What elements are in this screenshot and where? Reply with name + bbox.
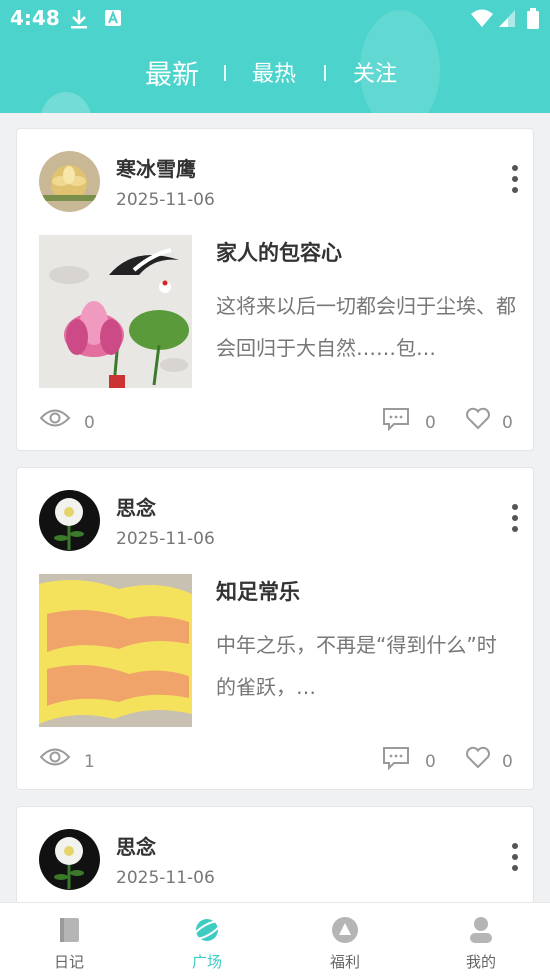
signal-icon <box>499 10 515 27</box>
download-icon <box>71 10 87 29</box>
views-count: 0 <box>84 413 95 433</box>
views-icon <box>39 409 71 427</box>
bottom-navigation: 日记 广场 福利 我的 <box>0 902 550 979</box>
post-thumbnail[interactable] <box>39 235 192 388</box>
views-icon <box>39 748 71 766</box>
tab-follow[interactable]: 关注 <box>353 50 397 94</box>
nav-plaza[interactable]: 广场 <box>138 903 276 979</box>
tab-latest[interactable]: 最新 <box>145 50 199 94</box>
post-author-name[interactable]: 思念 <box>116 492 156 521</box>
post-author-name[interactable]: 思念 <box>116 831 156 860</box>
comments-count: 0 <box>425 413 436 433</box>
avatar[interactable] <box>39 829 100 890</box>
post-title[interactable]: 家人的包容心 <box>216 237 342 267</box>
avatar[interactable] <box>39 490 100 551</box>
nav-diary[interactable]: 日记 <box>0 903 138 979</box>
nav-profile[interactable]: 我的 <box>412 903 550 979</box>
more-options-icon[interactable] <box>505 165 525 199</box>
post-thumbnail[interactable] <box>39 574 192 727</box>
benefits-icon <box>332 917 358 943</box>
nav-label: 日记 <box>53 953 84 971</box>
like-icon[interactable] <box>465 407 491 431</box>
views-count: 1 <box>84 752 95 772</box>
battery-icon <box>527 8 539 29</box>
more-options-icon[interactable] <box>505 504 525 538</box>
header-decoration <box>40 92 92 113</box>
nav-benefits[interactable]: 福利 <box>276 903 414 979</box>
status-time: 4:48 <box>10 6 60 30</box>
comment-icon[interactable] <box>382 407 410 431</box>
post-card[interactable]: 寒冰雪鹰 2025-11-06 家人的包容心 这将来以后一切都会归于尘埃、都会回… <box>16 128 534 451</box>
tab-hot[interactable]: 最热 <box>252 50 296 94</box>
app-header: 4:48 最新 最热 关注 <box>0 0 550 113</box>
wifi-icon <box>471 9 493 27</box>
nav-label: 福利 <box>329 953 360 971</box>
feed-tabs: 最新 最热 关注 <box>0 50 550 94</box>
post-date: 2025-11-06 <box>116 529 215 549</box>
likes-count: 0 <box>502 752 513 772</box>
tab-divider <box>224 65 226 81</box>
post-title[interactable]: 知足常乐 <box>216 576 300 606</box>
comments-count: 0 <box>425 752 436 772</box>
post-card[interactable]: 思念 2025-11-06 知足常乐 中年之乐，不再是“得到什么”时的雀跃，… … <box>16 467 534 790</box>
post-date: 2025-11-06 <box>116 190 215 210</box>
nav-label: 广场 <box>191 953 222 971</box>
likes-count: 0 <box>502 413 513 433</box>
diary-icon <box>60 918 79 942</box>
comment-icon[interactable] <box>382 746 410 770</box>
app-notification-icon <box>105 10 121 26</box>
more-options-icon[interactable] <box>505 843 525 877</box>
like-icon[interactable] <box>465 746 491 770</box>
avatar[interactable] <box>39 151 100 212</box>
post-excerpt: 这将来以后一切都会归于尘埃、都会回归于大自然……包… <box>216 294 516 360</box>
nav-label: 我的 <box>465 953 496 971</box>
plaza-icon <box>192 919 222 941</box>
tab-divider <box>324 65 326 81</box>
post-excerpt: 中年之乐，不再是“得到什么”时的雀跃，… <box>216 633 497 699</box>
status-bar: 4:48 <box>0 0 550 36</box>
post-date: 2025-11-06 <box>116 868 215 888</box>
post-author-name[interactable]: 寒冰雪鹰 <box>116 153 196 182</box>
profile-icon <box>470 917 492 943</box>
